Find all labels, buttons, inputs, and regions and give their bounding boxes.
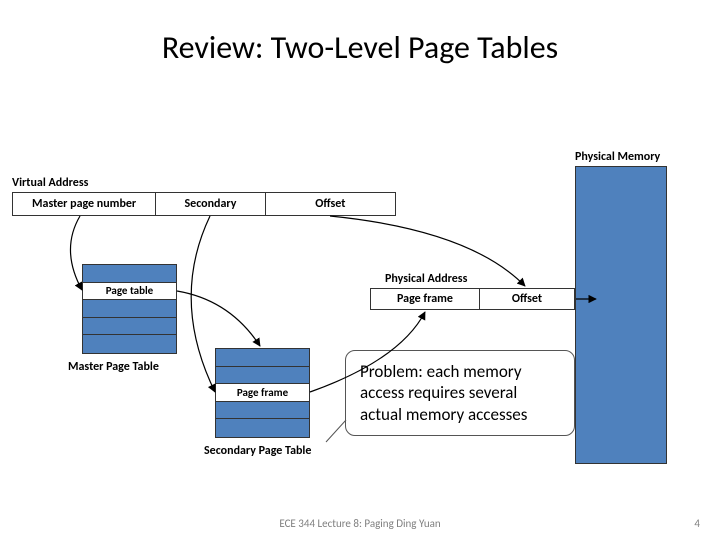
spt-row-blank-2 xyxy=(216,367,309,385)
label-virtual-address: Virtual Address xyxy=(12,176,88,190)
mpt-row-blank-3 xyxy=(83,318,176,336)
mpt-row-page-table: Page table xyxy=(83,283,176,301)
virtual-address-box: Master page number Secondary Offset xyxy=(12,192,396,216)
slide-title: Review: Two-Level Page Tables xyxy=(0,28,720,67)
label-physical-memory: Physical Memory xyxy=(575,150,660,164)
footer-center: ECE 344 Lecture 8: Paging Ding Yuan xyxy=(0,517,720,530)
problem-callout: Problem: each memory access requires sev… xyxy=(345,350,575,436)
va-master-cell: Master page number xyxy=(13,193,156,215)
pa-page-frame-cell: Page frame xyxy=(371,289,480,309)
footer-page-number: 4 xyxy=(694,517,700,530)
secondary-page-table-box: Page frame xyxy=(215,348,310,438)
va-secondary-cell: Secondary xyxy=(156,193,265,215)
spt-row-blank-4 xyxy=(216,402,309,420)
physical-address-box: Page frame Offset xyxy=(370,288,575,310)
label-secondary-page-table: Secondary Page Table xyxy=(204,444,311,458)
physical-memory-block xyxy=(575,166,667,464)
spt-row-blank-top xyxy=(216,349,309,367)
label-master-page-table: Master Page Table xyxy=(68,360,159,374)
master-page-table-box: Page table xyxy=(82,264,177,354)
mpt-row-blank-top xyxy=(83,265,176,283)
va-offset-cell: Offset xyxy=(266,193,395,215)
mpt-row-blank-4 xyxy=(83,335,176,353)
label-physical-address: Physical Address xyxy=(385,272,467,286)
mpt-row-blank-2 xyxy=(83,300,176,318)
pa-offset-cell: Offset xyxy=(480,289,574,309)
spt-row-blank-5 xyxy=(216,419,309,437)
spt-row-page-frame: Page frame xyxy=(216,384,309,402)
